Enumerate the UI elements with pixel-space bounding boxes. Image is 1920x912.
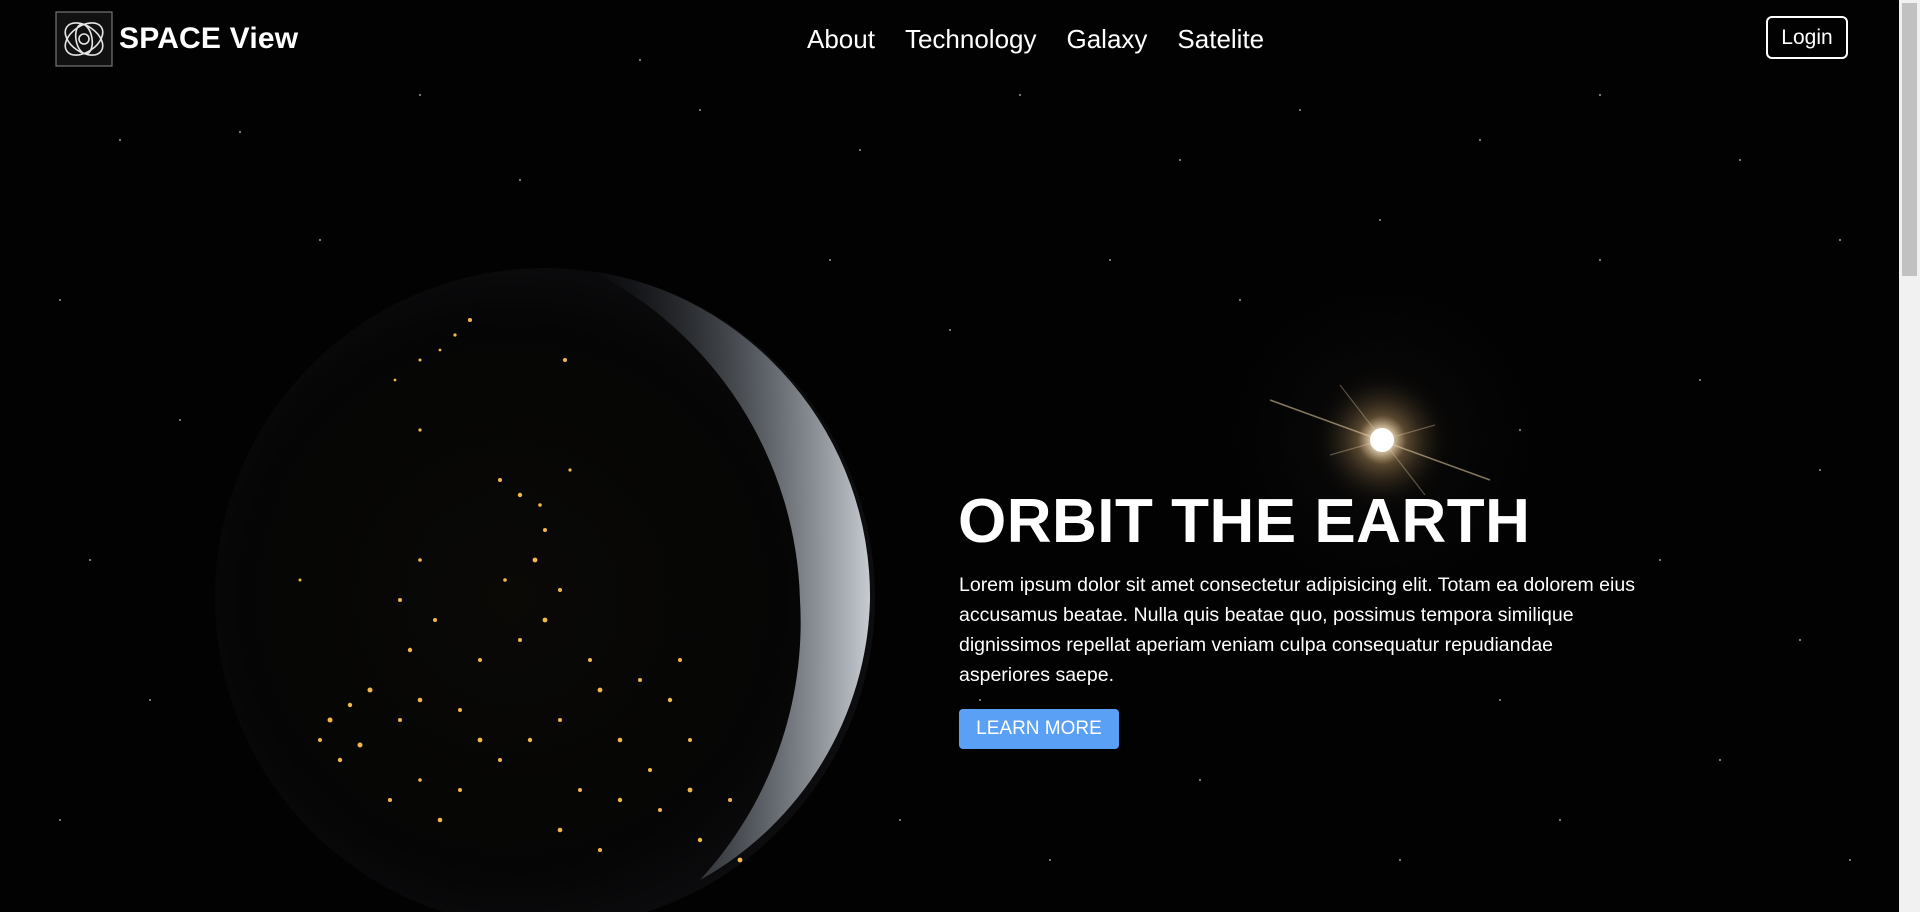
space-background: [0, 0, 1899, 912]
brand-link[interactable]: SPACE View: [55, 11, 298, 67]
learn-more-button[interactable]: LEARN MORE: [959, 709, 1119, 749]
earth-at-night-icon: [215, 268, 875, 912]
hero-title: ORBIT THE EARTH: [958, 487, 1531, 556]
login-button[interactable]: Login: [1766, 16, 1848, 59]
nav-link-satelite[interactable]: Satelite: [1177, 20, 1264, 58]
nav-links: About Technology Galaxy Satelite: [807, 20, 1294, 58]
swirl-logo-icon: [55, 11, 113, 67]
page: SPACE View About Technology Galaxy Satel…: [0, 0, 1920, 912]
navbar: SPACE View About Technology Galaxy Satel…: [0, 0, 1899, 78]
nav-link-galaxy[interactable]: Galaxy: [1067, 20, 1148, 58]
nav-link-about[interactable]: About: [807, 20, 875, 58]
scrollbar-thumb[interactable]: [1902, 3, 1917, 276]
nav-link-technology[interactable]: Technology: [905, 20, 1037, 58]
hero-description: Lorem ipsum dolor sit amet consectetur a…: [959, 574, 1635, 686]
vertical-scrollbar[interactable]: [1899, 0, 1920, 912]
brand-name: SPACE View: [119, 22, 299, 55]
